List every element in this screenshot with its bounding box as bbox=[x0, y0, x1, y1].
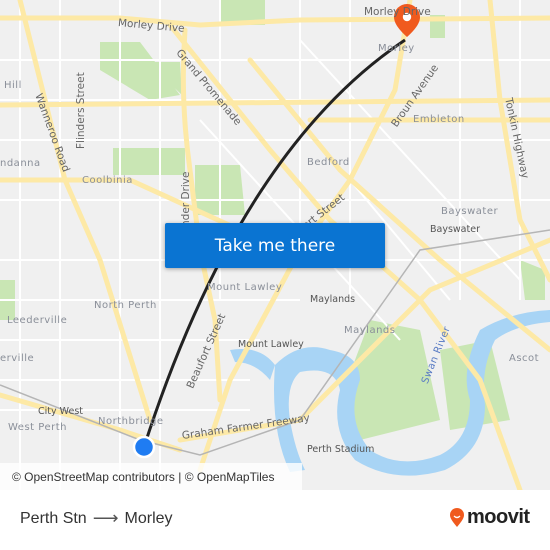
moovit-wordmark: moovit bbox=[467, 506, 530, 528]
label-mount-lawley-station: Mount Lawley bbox=[238, 339, 304, 350]
label-mount-lawley: Mount Lawley bbox=[207, 282, 283, 293]
label-embleton: Embleton bbox=[413, 114, 465, 125]
label-morley: Morley bbox=[378, 43, 415, 54]
label-hill: Hill bbox=[4, 80, 22, 91]
origin-marker bbox=[132, 435, 156, 459]
label-ndanna: ndanna bbox=[0, 158, 41, 169]
label-bedford: Bedford bbox=[307, 157, 350, 168]
map[interactable]: Morley Drive Grand Promenade Hill Wanner… bbox=[0, 0, 550, 490]
label-bayswater: Bayswater bbox=[441, 206, 499, 217]
label-perth-stadium: Perth Stadium bbox=[307, 444, 375, 455]
label-north-perth: North Perth bbox=[94, 300, 157, 311]
label-maylands-station: Maylands bbox=[310, 294, 356, 305]
label-west-perth: West Perth bbox=[8, 422, 67, 433]
label-northbridge: Northbridge bbox=[98, 416, 164, 427]
label-bayswater-station: Bayswater bbox=[430, 224, 480, 235]
label-leederville: Leederville bbox=[7, 315, 68, 326]
route-title: Perth Stn ⟶ Morley bbox=[20, 508, 173, 529]
label-flinders-street: Flinders Street bbox=[75, 72, 87, 149]
label-maylands: Maylands bbox=[344, 325, 396, 336]
label-coolbinia: Coolbinia bbox=[82, 175, 133, 186]
destination-name: Morley bbox=[124, 509, 173, 527]
moovit-pin-icon bbox=[450, 507, 464, 527]
take-me-there-button[interactable]: Take me there bbox=[165, 223, 385, 268]
origin-name: Perth Stn bbox=[20, 509, 87, 527]
moovit-logo: moovit bbox=[449, 506, 530, 529]
label-city-west: City West bbox=[38, 406, 83, 417]
label-ascot: Ascot bbox=[509, 353, 540, 364]
label-erville: erville bbox=[0, 353, 35, 364]
arrow-right-icon: ⟶ bbox=[92, 508, 119, 528]
map-attribution[interactable]: © OpenStreetMap contributors | © OpenMap… bbox=[0, 463, 302, 490]
label-morley-drive-east: Morley Drive bbox=[364, 6, 431, 18]
